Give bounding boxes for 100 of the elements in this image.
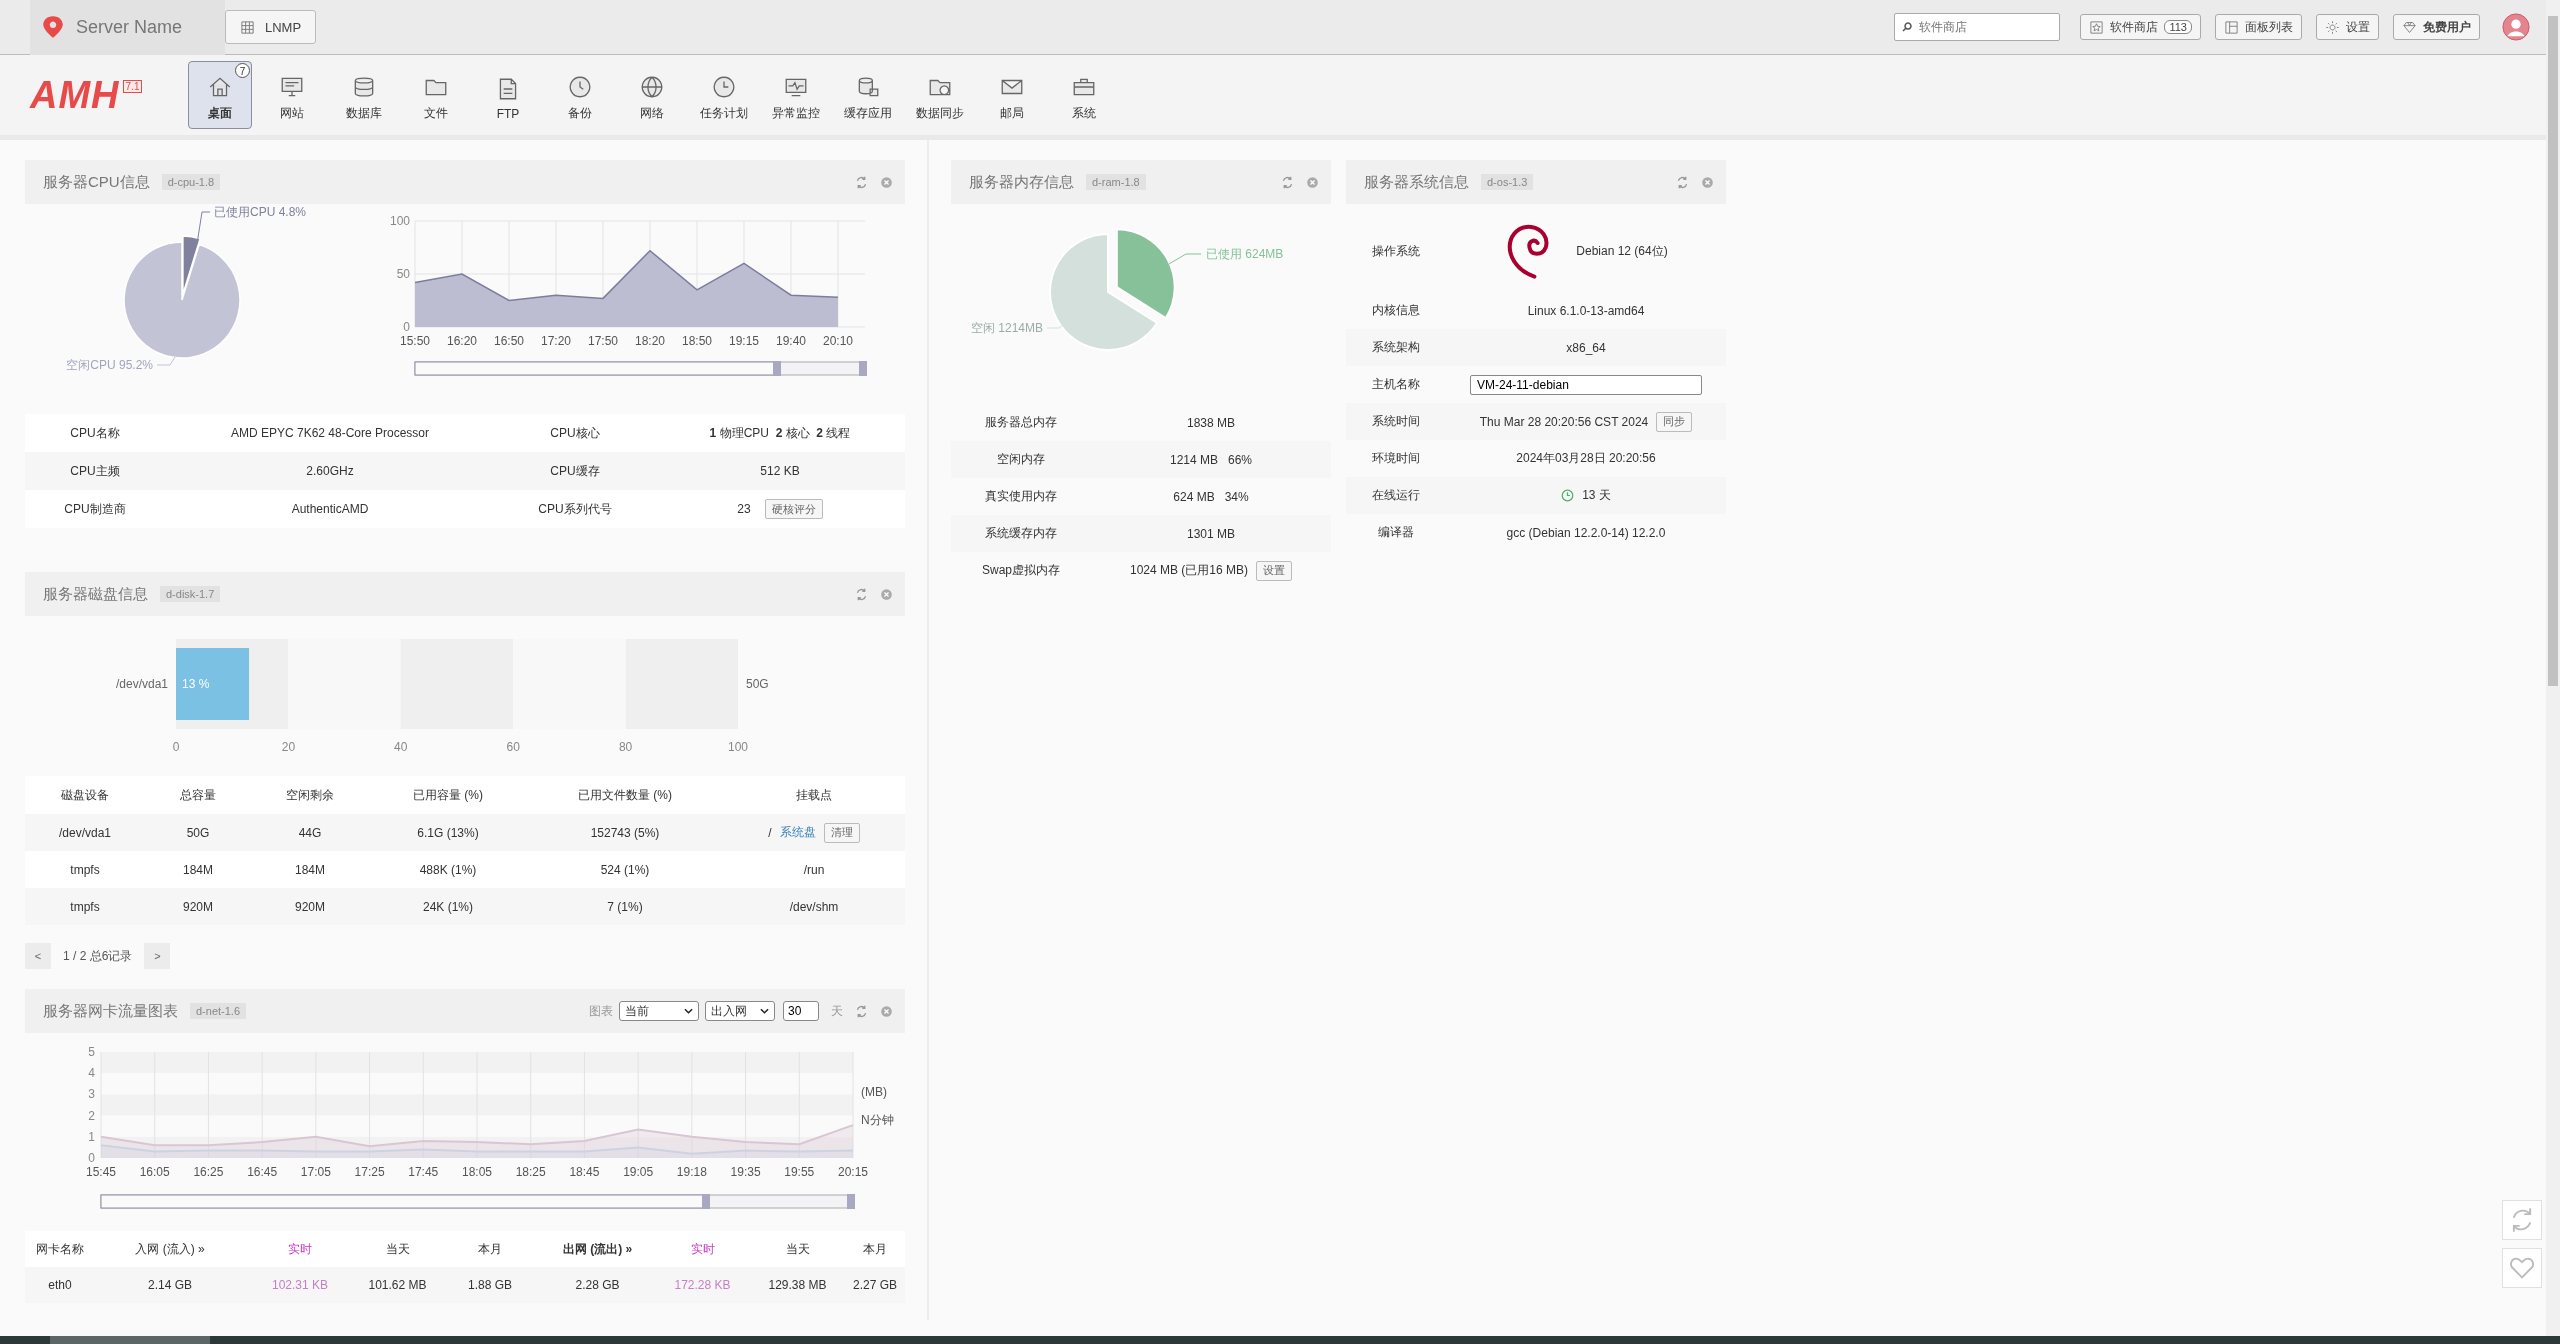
nav-item[interactable]: 数据库 [332,61,396,129]
column-header: 实时 [690,1240,715,1258]
field-label: CPU名称 [70,424,120,442]
nav-item[interactable]: 系统 [1052,61,1116,129]
column-header: 本月 [478,1240,502,1258]
refresh-icon[interactable] [1281,175,1294,189]
header-button[interactable]: 免费用户 [2393,14,2480,40]
axis-label: 1 [88,1129,95,1144]
axis-label: /dev/vda1 [115,677,168,691]
field-value: AuthenticAMD [291,502,369,516]
nav-item[interactable]: 缓存应用 [836,61,900,129]
panel-title: 服务器内存信息 [969,172,1074,192]
table-cell: 524 (1%) [600,862,650,877]
settings-button[interactable]: 设置 [1256,560,1292,581]
refresh-icon[interactable] [1676,175,1689,189]
nav-item[interactable]: 任务计划 [692,61,756,129]
panel-title: 服务器磁盘信息 [43,584,148,604]
version-tag: d-net-1.6 [190,1003,247,1019]
search-field[interactable]: 软件商店 [1894,13,2061,41]
previous-page-button[interactable]: < [25,943,51,969]
nav-item[interactable]: 网站 [260,61,324,129]
axis-label: 18:25 [515,1165,546,1179]
refresh-icon[interactable] [855,175,868,189]
direction-select[interactable]: 出入网 [705,1001,775,1021]
scrollbar[interactable] [2546,0,2560,1336]
field-label: 操作系统 [1372,242,1420,260]
close-icon[interactable] [880,587,893,601]
period-select[interactable]: 当前 [619,1001,699,1021]
axis-label: 20:15 [838,1165,868,1179]
leader-line [156,356,176,366]
axis-label: 19:18 [676,1165,707,1179]
nav-item[interactable]: 邮局 [980,61,1044,129]
column-header: 总容量 [180,786,216,804]
leader-line [1168,253,1202,265]
column-header: 实时 [288,1240,312,1258]
zoom-slider[interactable] [100,1194,855,1209]
axis-label: 60 [506,740,520,754]
next-page-button[interactable]: > [144,943,171,969]
table-cell: 2.14 GB [148,1278,192,1292]
column-header: 入网 (流入) » [135,1240,205,1258]
table-cell: 101.62 MB [368,1278,427,1292]
search-icon [1901,21,1914,33]
pie-label: 已使用CPU 4.8% [214,205,307,219]
benchmark-button[interactable]: 硬核评分 [764,499,823,519]
field-label: 主机名称 [1372,376,1420,393]
nav-item[interactable]: 网络 [620,61,684,129]
axis-label: 2 [88,1108,95,1123]
field-label: CPU缓存 [550,462,600,480]
header-button[interactable]: 软件商店 113 [2080,14,2201,40]
nav-item[interactable]: FTP [476,61,540,129]
header-button[interactable]: 设置 [2316,14,2379,40]
system-disk-link[interactable]: 系统盘 [779,824,816,841]
axis-label: 16:45 [247,1165,278,1179]
zoom-slider[interactable] [414,361,867,376]
axis-label: 19:55 [784,1165,815,1179]
refresh-icon[interactable] [855,1004,868,1018]
days-input[interactable]: 30 [783,1001,819,1021]
version-tag: d-os-1.3 [1481,174,1534,190]
hostname-input[interactable]: VM-24-11-debian [1470,374,1702,395]
favorite-button[interactable] [2502,1248,2542,1288]
refresh-button[interactable] [2502,1200,2542,1240]
axis-label: 18:45 [569,1165,600,1179]
chevron-down-icon [684,1008,693,1014]
table-cell: 1.88 GB [468,1278,512,1292]
location-pin-icon [40,14,66,40]
unit-label: (MB) [861,1085,887,1099]
field-label: CPU主频 [70,462,120,480]
header-button[interactable]: 面板列表 [2215,14,2302,40]
field-value: 2024年03月28日 20:20:56 [1516,450,1656,467]
column-header: 空闲剩余 [286,786,334,804]
field-value: Linux 6.1.0-13-amd64 [1527,303,1645,318]
nav-item[interactable]: 数据同步 [908,61,972,129]
nav-item[interactable]: 异常监控 [764,61,828,129]
close-icon[interactable] [880,175,893,189]
table-cell: 24K (1%) [423,899,473,914]
refresh-icon[interactable] [855,587,868,601]
pie-label: 空闲 1214MB [970,321,1043,335]
bar-value-label: 13 % [182,677,210,691]
close-icon[interactable] [880,1004,893,1018]
nav-item[interactable]: 文件 [404,61,468,129]
table-cell: /run [803,862,825,877]
field-label: 真实使用内存 [985,488,1057,505]
field-value: x86_64 [1566,340,1606,355]
field-value: Debian 12 (64位) [1576,242,1668,260]
table-cell: 184M [295,862,325,877]
horizontal-scrollbar[interactable] [0,1336,2560,1344]
nav-item[interactable]: 备份 [548,61,612,129]
field-label: 空闲内存 [997,451,1045,468]
axis-label: 40 [394,740,408,754]
version-tag: d-disk-1.7 [160,586,221,602]
avatar-icon[interactable] [2502,13,2530,41]
stack-button[interactable]: LNMP [225,10,317,44]
field-value: 2.60GHz [306,464,354,478]
close-icon[interactable] [1306,175,1319,189]
interval-label: N分钟 [861,1113,894,1127]
close-icon[interactable] [1701,175,1714,189]
axis-label: 18:05 [462,1165,492,1179]
nav-item[interactable]: 桌面 7 [188,61,252,129]
clean-button[interactable]: 清理 [823,822,860,843]
sync-button[interactable]: 同步 [1656,411,1693,432]
